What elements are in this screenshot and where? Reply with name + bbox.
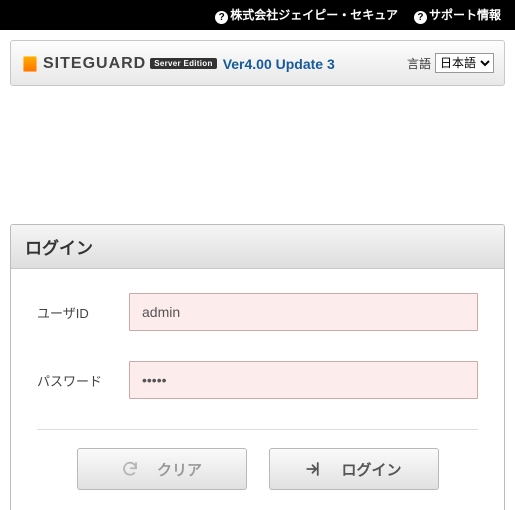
login-arrow-icon: [305, 460, 323, 478]
panel-title: ログイン: [11, 225, 504, 269]
company-link-label: 株式会社ジェイピー・セキュア: [230, 8, 398, 22]
user-id-field-wrap: [129, 293, 478, 331]
language-select[interactable]: 日本語: [435, 53, 494, 73]
help-icon: ?: [414, 11, 427, 24]
language-label: 言語: [407, 55, 431, 72]
support-link-label: サポート情報: [429, 8, 501, 22]
password-row: パスワード: [37, 361, 478, 399]
support-link[interactable]: ?サポート情報: [414, 6, 501, 24]
shield-icon: [23, 56, 37, 72]
password-label: パスワード: [37, 371, 129, 390]
user-id-input[interactable]: [129, 293, 478, 331]
password-field-wrap: [129, 361, 478, 399]
user-row: ユーザID: [37, 293, 478, 331]
brand-text: SITEGUARD: [43, 55, 146, 72]
action-bar: クリア ログイン: [37, 429, 478, 490]
company-link[interactable]: ?株式会社ジェイピー・セキュア: [215, 6, 398, 24]
header-card: SITEGUARD Server Edition Ver4.00 Update 3…: [10, 40, 505, 86]
login-button[interactable]: ログイン: [269, 448, 439, 490]
top-nav-bar: ?株式会社ジェイピー・セキュア ?サポート情報: [0, 0, 515, 30]
help-icon: ?: [215, 11, 228, 24]
product-logo: SITEGUARD Server Edition: [43, 55, 217, 73]
password-input[interactable]: [129, 361, 478, 399]
user-id-label: ユーザID: [37, 303, 129, 322]
clear-button-label: クリア: [157, 459, 202, 480]
login-button-label: ログイン: [341, 459, 401, 480]
refresh-icon: [121, 460, 139, 478]
edition-badge: Server Edition: [150, 58, 216, 69]
login-panel: ログイン ユーザID パスワード クリア: [10, 224, 505, 510]
version-text: Ver4.00 Update 3: [223, 56, 335, 72]
login-form: ユーザID パスワード クリア: [11, 269, 504, 490]
clear-button[interactable]: クリア: [77, 448, 247, 490]
language-selector: 言語 日本語: [407, 53, 494, 73]
